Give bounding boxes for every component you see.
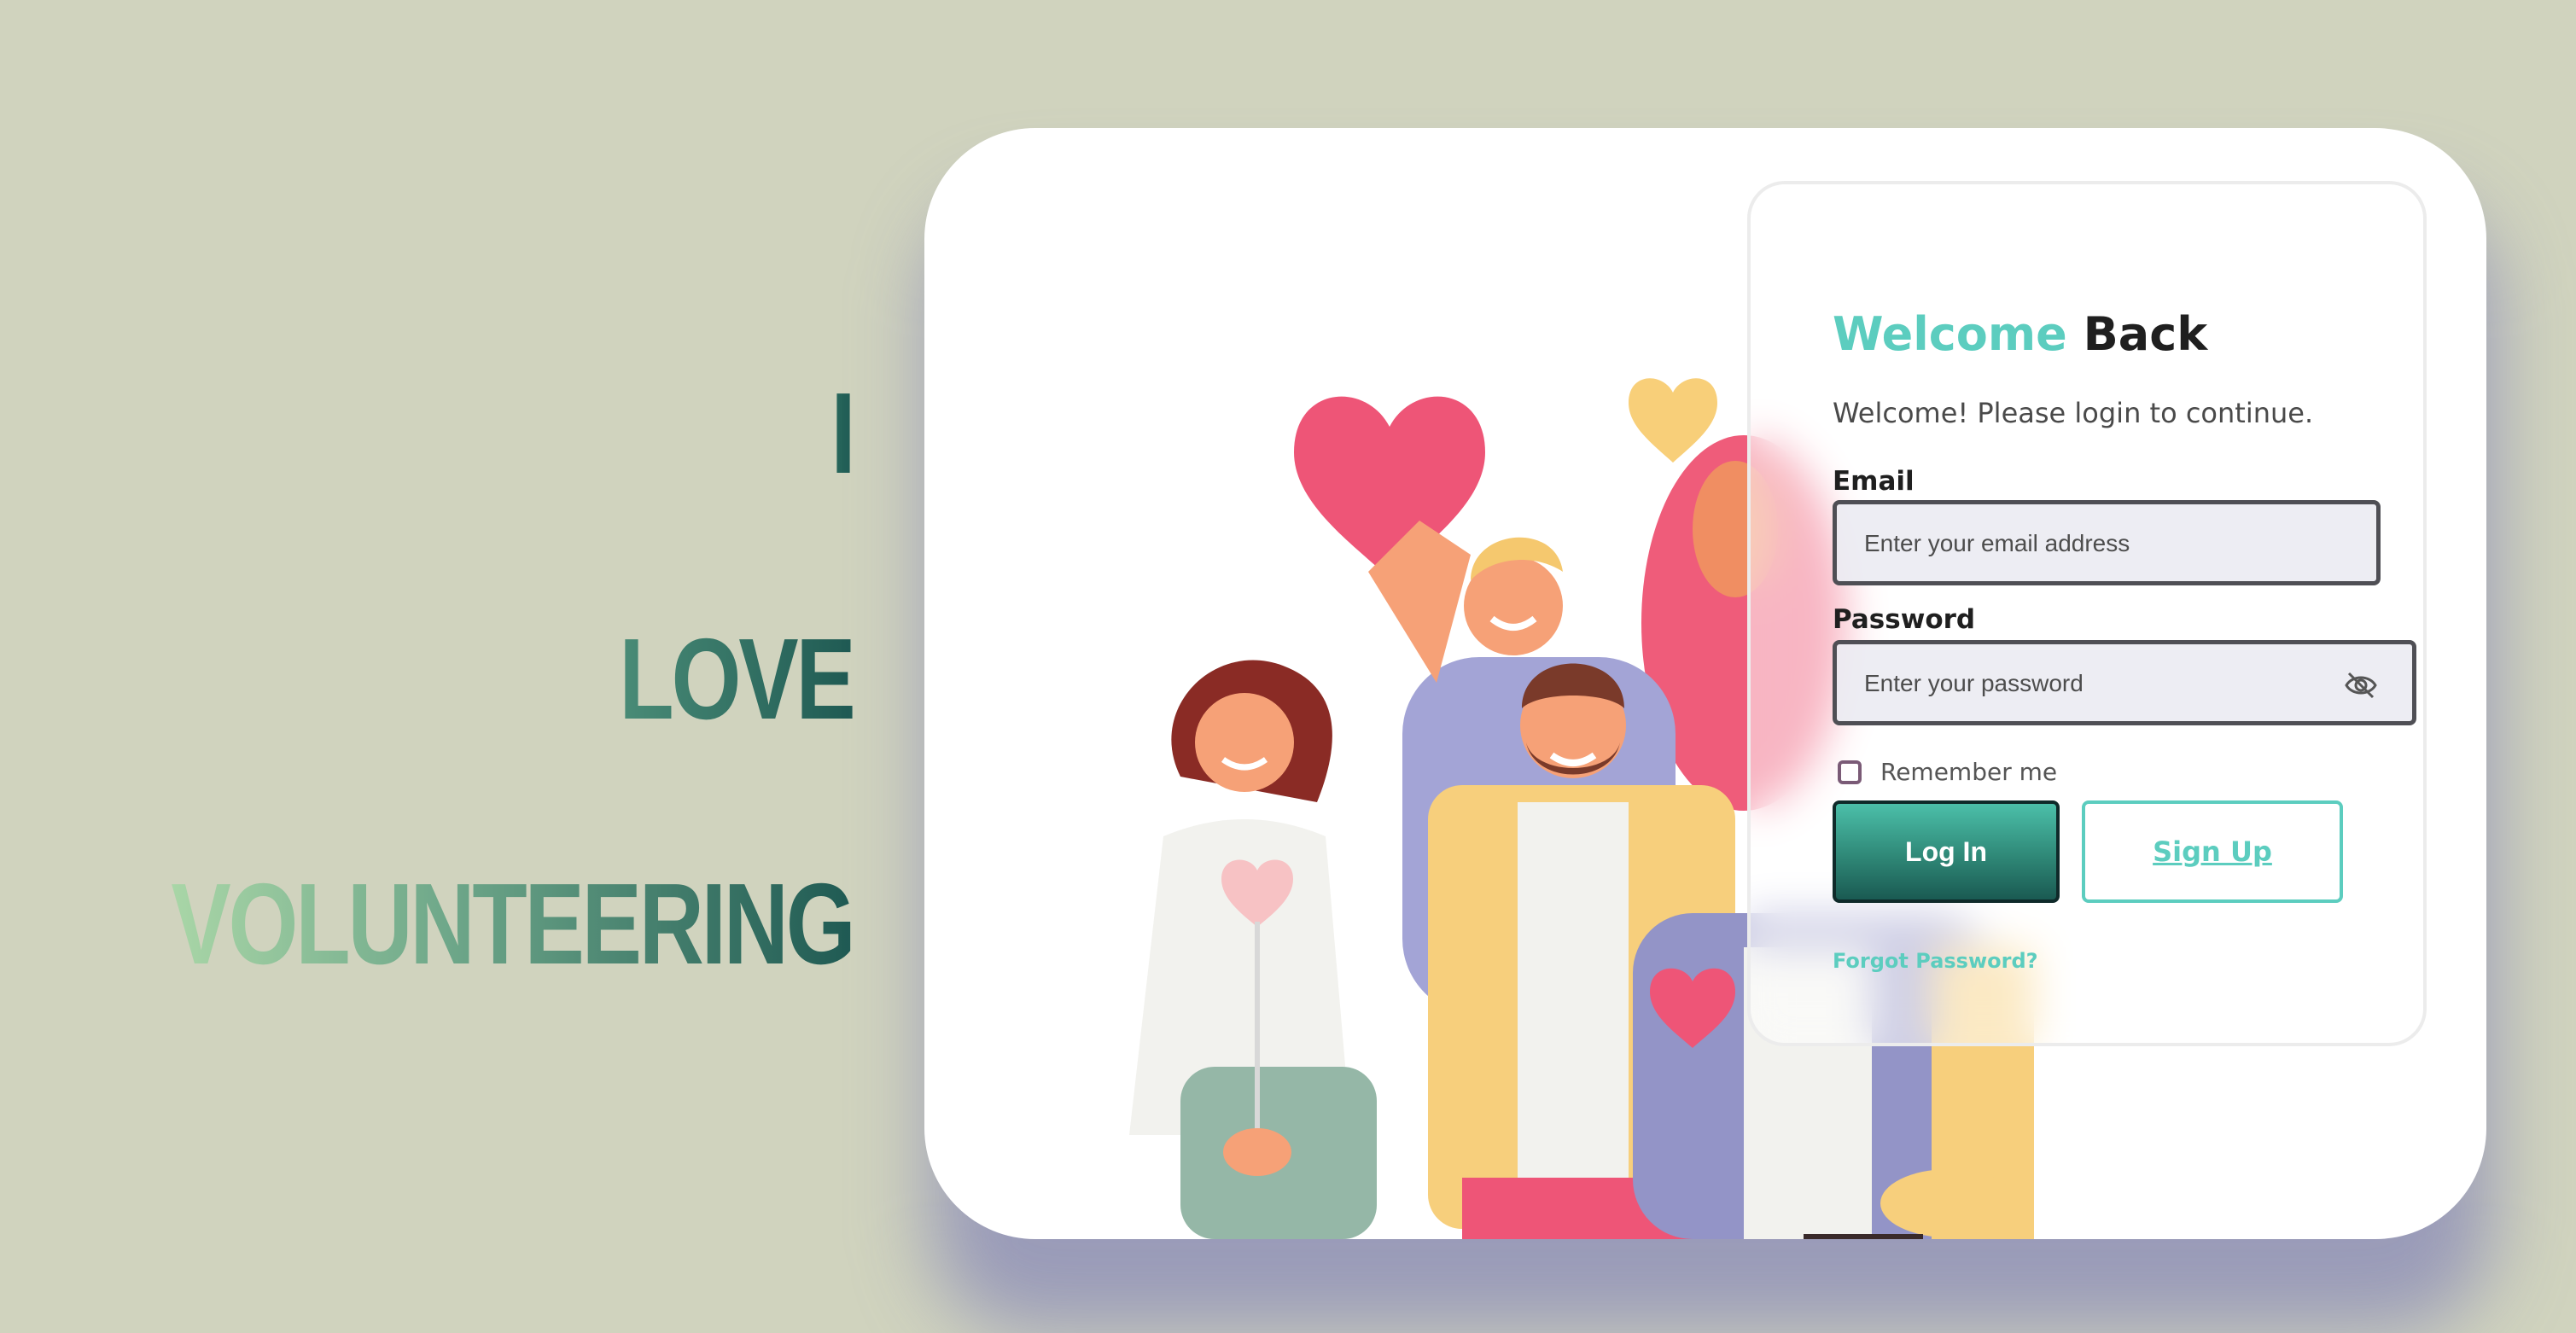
remember-label: Remember me bbox=[1880, 758, 2058, 786]
login-button[interactable]: Log In bbox=[1833, 800, 2060, 903]
login-form: Welcome Back Welcome! Please login to co… bbox=[1833, 307, 2416, 973]
password-field-box[interactable] bbox=[1833, 640, 2416, 725]
email-field[interactable] bbox=[1862, 504, 2276, 583]
password-label: Password bbox=[1833, 604, 1976, 635]
eye-slash-icon[interactable] bbox=[2344, 668, 2378, 702]
subtitle: Welcome! Please login to continue. bbox=[1833, 397, 2314, 429]
slogan-line-i: I bbox=[830, 369, 856, 498]
email-field-box[interactable] bbox=[1833, 500, 2381, 585]
slogan-line-volunteering: VOLUNTEERING bbox=[171, 859, 856, 988]
password-field[interactable] bbox=[1862, 644, 2276, 723]
login-card: Welcome Back Welcome! Please login to co… bbox=[924, 128, 2486, 1239]
signup-button[interactable]: Sign Up bbox=[2082, 800, 2343, 903]
email-label: Email bbox=[1833, 466, 1915, 497]
title-accent: Welcome bbox=[1833, 307, 2067, 361]
page: I LOVE VOLUNTEERING Welcome Back Welcome… bbox=[0, 0, 2576, 1333]
remember-checkbox[interactable] bbox=[1838, 760, 1862, 784]
title-rest: Back bbox=[2083, 307, 2208, 361]
slogan-line-love: LOVE bbox=[619, 614, 856, 743]
remember-me[interactable]: Remember me bbox=[1838, 758, 2057, 786]
page-title: Welcome Back bbox=[1833, 307, 2413, 362]
login-panel: Welcome Back Welcome! Please login to co… bbox=[1747, 181, 2427, 1046]
forgot-password-link[interactable]: Forgot Password? bbox=[1833, 949, 2038, 973]
heart-icon bbox=[1629, 378, 1717, 463]
